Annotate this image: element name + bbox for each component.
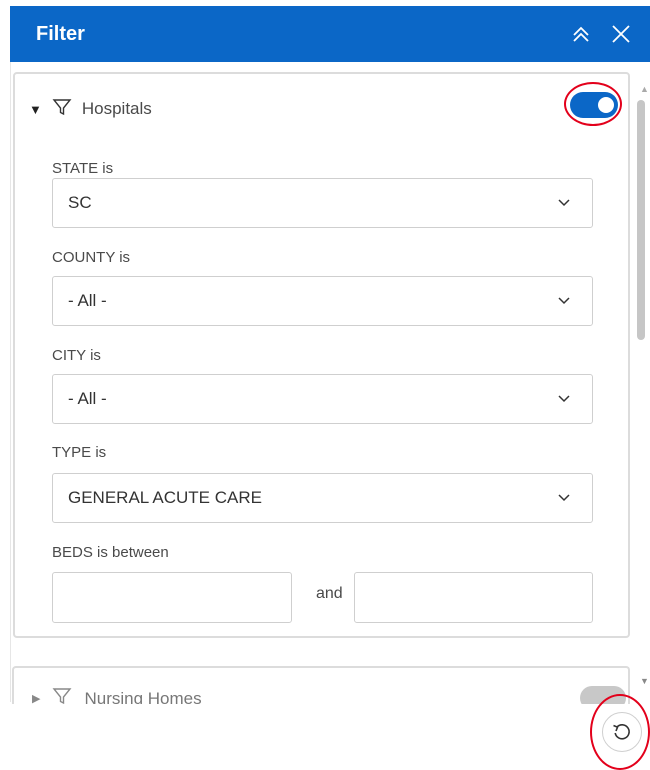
range-joiner: and (316, 585, 343, 602)
field-label-city: CITY is (52, 347, 101, 364)
scrollbar-thumb[interactable] (637, 100, 645, 340)
funnel-icon (52, 97, 72, 122)
chevron-down-icon (558, 395, 570, 403)
type-select[interactable]: GENERAL ACUTE CARE (52, 473, 593, 523)
annotation-circle (590, 694, 650, 770)
select-value: - All - (68, 389, 107, 408)
scroll-up-icon[interactable]: ▲ (640, 84, 649, 94)
field-label-county: COUNTY is (52, 249, 131, 266)
scroll-down-icon[interactable]: ▼ (640, 676, 649, 686)
county-select[interactable]: - All - (52, 276, 593, 326)
chevron-down-icon (558, 297, 570, 305)
funnel-icon (52, 686, 72, 706)
select-value: - All - (68, 291, 107, 310)
field-label-beds: BEDS is between (52, 544, 169, 561)
field-label-type: TYPE is (52, 444, 107, 461)
select-value: SC (68, 193, 92, 212)
group-title: Hospitals (81, 99, 152, 118)
beds-min-input[interactable] (52, 572, 292, 623)
state-select[interactable]: SC (52, 178, 593, 228)
filter-group-card: ▶ Nursing Homes (12, 666, 630, 706)
chevron-down-icon (558, 494, 570, 502)
city-select[interactable]: - All - (52, 374, 593, 424)
filter-footer (0, 704, 650, 770)
annotation-circle (564, 82, 622, 126)
chevron-down-icon (558, 199, 570, 207)
panel-title: Filter (36, 22, 85, 45)
field-label-state: STATE is (52, 160, 114, 177)
double-chevron-up-icon[interactable] (564, 17, 598, 51)
select-value: GENERAL ACUTE CARE (68, 488, 262, 507)
group-header[interactable]: ▼ Hospitals (29, 94, 152, 124)
filter-header: Filter (10, 6, 650, 62)
caret-down-icon[interactable]: ▼ (29, 102, 42, 117)
beds-max-input[interactable] (354, 572, 593, 623)
group-header[interactable]: ▶ Nursing Homes (32, 686, 202, 706)
close-icon[interactable] (604, 17, 638, 51)
